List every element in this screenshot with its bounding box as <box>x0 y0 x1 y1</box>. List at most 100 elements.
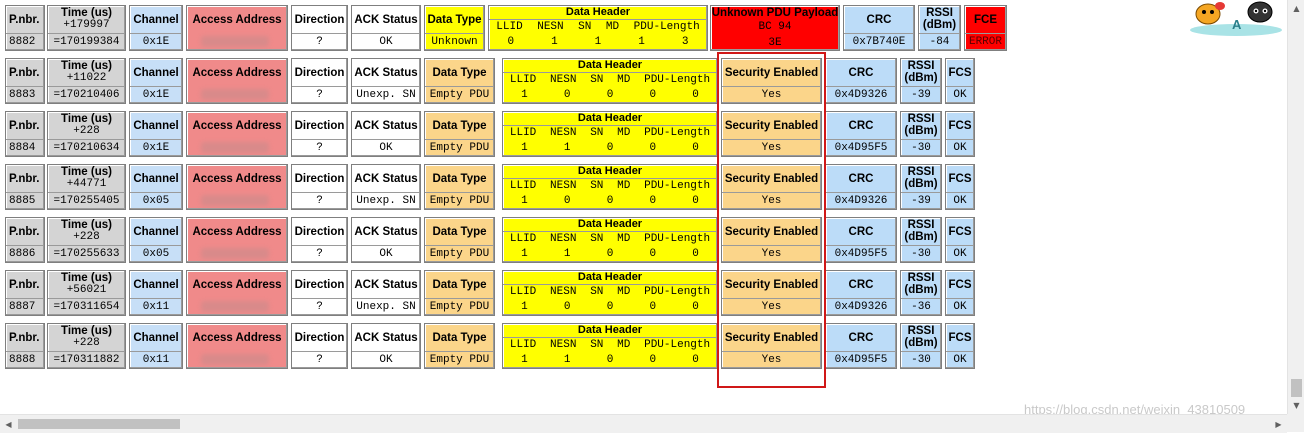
direction-cell[interactable]: Direction? <box>291 111 348 157</box>
access-address-cell[interactable]: Access Address <box>186 5 288 51</box>
crc-cell[interactable]: CRC 0x4D95F5 <box>825 323 897 369</box>
crc-cell[interactable]: CRC 0x4D95F5 <box>825 217 897 263</box>
data-header-field-4: PDU-Length <box>633 21 700 33</box>
channel-cell[interactable]: Channel 0x05 <box>129 217 183 263</box>
ack-status-cell[interactable]: ACK Status Unexp. SN <box>351 270 421 316</box>
ack-status-cell[interactable]: ACK Status OK <box>351 323 421 369</box>
time-cell[interactable]: Time (us) +228 =170210634 <box>47 111 126 157</box>
data-header-cell[interactable]: Data Header LLID NESN SN MD PDU-Length 1 0 0 0 0 <box>502 58 718 104</box>
security-enabled-cell[interactable]: Security Enabled Yes <box>721 270 822 316</box>
rssi-cell[interactable]: RSSI (dBm) -30 <box>900 217 942 263</box>
rssi-cell[interactable]: RSSI (dBm) -84 <box>918 5 961 51</box>
ack-status-cell[interactable]: ACK Status Unexp. SN <box>351 164 421 210</box>
access-address-cell[interactable]: Access Address <box>186 111 288 157</box>
direction-cell[interactable]: Direction? <box>291 58 348 104</box>
data-type-cell[interactable]: Data Type Empty PDU <box>424 58 495 104</box>
pnbr-cell[interactable]: P.nbr. 8888 <box>5 323 45 369</box>
data-header-value-1: 1 <box>563 142 571 154</box>
time-cell[interactable]: Time (us) +11022 =170210406 <box>47 58 126 104</box>
access-address-cell[interactable]: Access Address <box>186 217 288 263</box>
pnbr-cell[interactable]: P.nbr. 8883 <box>5 58 45 104</box>
scroll-left-arrow-icon[interactable]: ◀ <box>0 415 17 433</box>
data-type-cell[interactable]: Data Type Empty PDU <box>424 323 495 369</box>
unknown-payload-cell[interactable]: Unknown PDU Payload BC 94 3E <box>710 5 840 51</box>
data-type-cell[interactable]: Data Type Empty PDU <box>424 164 495 210</box>
crc-cell[interactable]: CRC 0x4D9326 <box>825 270 897 316</box>
ack-status-cell[interactable]: ACK Status OK <box>351 111 421 157</box>
access-address-cell[interactable]: Access Address <box>186 58 288 104</box>
ack-status-cell[interactable]: ACK Status OK <box>351 217 421 263</box>
security-enabled-cell[interactable]: Security Enabled Yes <box>721 164 822 210</box>
access-address-cell[interactable]: Access Address <box>186 270 288 316</box>
data-type-cell[interactable]: Data Type Empty PDU <box>424 217 495 263</box>
data-type-value: Empty PDU <box>425 86 494 103</box>
pnbr-cell[interactable]: P.nbr. 8884 <box>5 111 45 157</box>
direction-cell[interactable]: Direction? <box>291 5 348 51</box>
pnbr-cell[interactable]: P.nbr. 8885 <box>5 164 45 210</box>
crc-cell[interactable]: CRC 0x4D95F5 <box>825 111 897 157</box>
data-header-cell[interactable]: Data Header LLID NESN SN MD PDU-Length 1 1 0 0 0 <box>502 323 718 369</box>
channel-cell[interactable]: Channel 0x1E <box>129 5 183 51</box>
channel-cell[interactable]: Channel 0x11 <box>129 270 183 316</box>
crc-cell[interactable]: CRC 0x4D9326 <box>825 58 897 104</box>
channel-cell[interactable]: Channel 0x05 <box>129 164 183 210</box>
data-header-cell[interactable]: Data Header LLID NESN SN MD PDU-Length 1 1 0 0 0 <box>502 217 718 263</box>
data-header-cell[interactable]: Data Header LLID NESN SN MD PDU-Length 0 1 1 1 3 <box>488 5 708 51</box>
fcs-cell[interactable]: FCS OK <box>945 164 975 210</box>
pnbr-cell[interactable]: P.nbr. 8882 <box>5 5 45 51</box>
scroll-right-arrow-icon[interactable]: ▶ <box>1270 415 1287 433</box>
data-type-cell[interactable]: Data Type Empty PDU <box>424 111 495 157</box>
time-absolute: =170210634 <box>48 139 125 156</box>
channel-cell[interactable]: Channel 0x11 <box>129 323 183 369</box>
scroll-down-arrow-icon[interactable]: ▼ <box>1288 397 1304 414</box>
crc-cell[interactable]: CRC 0x7B740E <box>843 5 915 51</box>
channel-cell[interactable]: Channel 0x1E <box>129 111 183 157</box>
security-enabled-cell[interactable]: Security Enabled Yes <box>721 217 822 263</box>
channel-cell[interactable]: Channel 0x1E <box>129 58 183 104</box>
rssi-cell[interactable]: RSSI (dBm) -30 <box>900 111 942 157</box>
data-type-cell[interactable]: Data Type Empty PDU <box>424 270 495 316</box>
scroll-up-arrow-icon[interactable]: ▲ <box>1288 0 1304 17</box>
time-label: Time (us) <box>61 7 112 19</box>
pnbr-cell[interactable]: P.nbr. 8887 <box>5 270 45 316</box>
rssi-cell[interactable]: RSSI (dBm) -39 <box>900 58 942 104</box>
time-cell[interactable]: Time (us) +44771 =170255405 <box>47 164 126 210</box>
direction-value: ? <box>292 298 347 315</box>
horizontal-scroll-thumb[interactable] <box>18 419 180 429</box>
fce-cell[interactable]: FCE ERROR <box>964 5 1007 51</box>
fcs-cell[interactable]: FCS OK <box>945 58 975 104</box>
data-header-field-1: NESN <box>537 21 564 33</box>
rssi-cell[interactable]: RSSI (dBm) -39 <box>900 164 942 210</box>
pnbr-cell[interactable]: P.nbr. 8886 <box>5 217 45 263</box>
rssi-cell[interactable]: RSSI (dBm) -36 <box>900 270 942 316</box>
crc-cell[interactable]: CRC 0x4D9326 <box>825 164 897 210</box>
vertical-scrollbar[interactable]: ▲ ▼ <box>1287 0 1304 414</box>
access-address-cell[interactable]: Access Address <box>186 164 288 210</box>
direction-cell[interactable]: Direction? <box>291 270 348 316</box>
fcs-cell[interactable]: FCS OK <box>945 323 975 369</box>
horizontal-scrollbar[interactable]: ◀ ▶ <box>0 414 1287 433</box>
direction-cell[interactable]: Direction? <box>291 217 348 263</box>
time-cell[interactable]: Time (us) +228 =170311882 <box>47 323 126 369</box>
access-address-cell[interactable]: Access Address <box>186 323 288 369</box>
security-enabled-cell[interactable]: Security Enabled Yes <box>721 58 822 104</box>
data-header-cell[interactable]: Data Header LLID NESN SN MD PDU-Length 1 0 0 0 0 <box>502 270 718 316</box>
security-enabled-cell[interactable]: Security Enabled Yes <box>721 323 822 369</box>
ack-status-cell[interactable]: ACK Status OK <box>351 5 421 51</box>
fcs-value: OK <box>946 192 974 209</box>
direction-cell[interactable]: Direction? <box>291 164 348 210</box>
time-cell[interactable]: Time (us) +228 =170255633 <box>47 217 126 263</box>
fcs-cell[interactable]: FCS OK <box>945 217 975 263</box>
fcs-cell[interactable]: FCS OK <box>945 111 975 157</box>
vertical-scroll-thumb[interactable] <box>1291 379 1302 397</box>
ack-status-cell[interactable]: ACK Status Unexp. SN <box>351 58 421 104</box>
fcs-cell[interactable]: FCS OK <box>945 270 975 316</box>
direction-cell[interactable]: Direction? <box>291 323 348 369</box>
data-header-cell[interactable]: Data Header LLID NESN SN MD PDU-Length 1 1 0 0 0 <box>502 111 718 157</box>
security-enabled-cell[interactable]: Security Enabled Yes <box>721 111 822 157</box>
data-header-cell[interactable]: Data Header LLID NESN SN MD PDU-Length 1 0 0 0 0 <box>502 164 718 210</box>
rssi-cell[interactable]: RSSI (dBm) -30 <box>900 323 942 369</box>
time-cell[interactable]: Time (us) +179997 =170199384 <box>47 5 126 51</box>
time-cell[interactable]: Time (us) +56021 =170311654 <box>47 270 126 316</box>
data-type-cell[interactable]: Data Type Unknown <box>424 5 485 51</box>
